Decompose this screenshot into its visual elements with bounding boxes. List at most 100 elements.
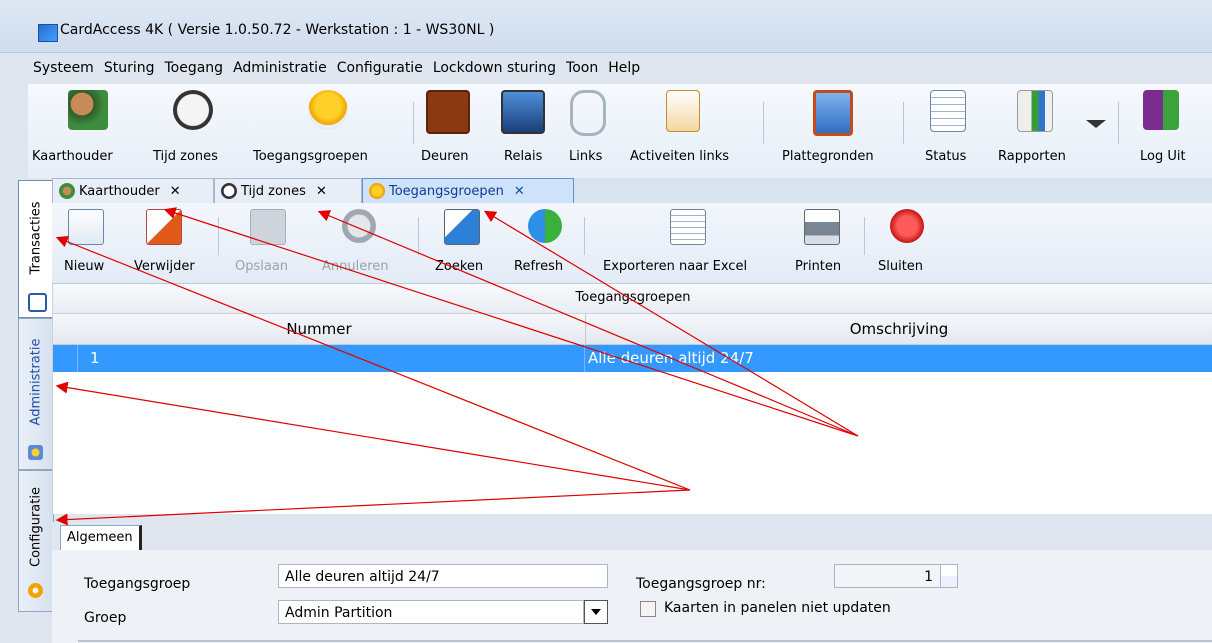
status-button[interactable]: Status — [918, 84, 978, 172]
tab-configuratie-label: Configuratie — [28, 487, 44, 567]
toegangsgroep-nr-value: 1 — [924, 569, 933, 585]
main-toolbar: Kaarthouder Tijd zones Toegangsgroepen D… — [28, 84, 1212, 178]
close-icon[interactable]: ✕ — [316, 184, 327, 199]
activeiten-links-button[interactable]: Activeiten links — [628, 84, 738, 172]
toolbar-separator — [418, 217, 419, 255]
toegangsgroepen-button[interactable]: Toegangsgroepen — [253, 84, 403, 172]
door-icon — [426, 90, 470, 134]
delete-icon[interactable] — [146, 209, 182, 245]
close-icon[interactable] — [890, 209, 924, 243]
row-selector[interactable] — [53, 345, 78, 372]
toolbar-separator — [763, 102, 764, 144]
activeiten-links-label: Activeiten links — [630, 149, 730, 164]
cancel-icon — [342, 209, 376, 243]
doc-tab-kaarthouder-label: Kaarthouder — [79, 183, 160, 199]
excel-icon[interactable] — [670, 209, 706, 245]
toolbar-separator — [903, 102, 904, 144]
save-icon — [250, 209, 286, 245]
doc-tab-tijd-zones[interactable]: Tijd zones ✕ — [214, 178, 362, 203]
toegangsgroep-label: Toegangsgroep — [84, 576, 191, 592]
groep-select[interactable]: Admin Partition — [278, 600, 584, 624]
toolbar-separator — [1118, 102, 1119, 144]
kaarthouder-button[interactable]: Kaarthouder — [32, 84, 138, 172]
toegangsgroep-nr-label: Toegangsgroep nr: — [636, 576, 766, 592]
annuleren-button: Annuleren — [322, 259, 389, 274]
plattegronden-button[interactable]: Plattegronden — [778, 84, 888, 172]
kaarten-niet-updaten-label: Kaarten in panelen niet updaten — [664, 600, 891, 616]
title-bar: CardAccess 4K ( Versie 1.0.50.72 - Werks… — [0, 0, 1212, 53]
printer-icon[interactable] — [804, 209, 840, 245]
toegangsgroepen-label: Toegangsgroepen — [253, 149, 368, 164]
menu-toegang[interactable]: Toegang — [159, 56, 228, 82]
deuren-button[interactable]: Deuren — [421, 84, 473, 172]
relais-button[interactable]: Relais — [498, 84, 548, 172]
tab-configuratie[interactable]: Configuratie — [18, 470, 54, 612]
menu-administratie[interactable]: Administratie — [228, 56, 332, 82]
links-button[interactable]: Links — [563, 84, 613, 172]
relais-label: Relais — [504, 149, 543, 164]
doc-tab-toegangsgroepen-label: Toegangsgroepen — [389, 183, 504, 199]
window-title: CardAccess 4K ( Versie 1.0.50.72 - Werks… — [60, 22, 495, 38]
group-icon — [28, 445, 43, 460]
tab-transacties[interactable]: Transacties — [18, 180, 54, 318]
cell-omschrijving: Alle deuren altijd 24/7 — [588, 349, 754, 367]
tab-administratie-label: Administratie — [28, 338, 44, 426]
tab-transacties-label: Transacties — [28, 201, 44, 275]
menu-help[interactable]: Help — [603, 56, 645, 82]
column-header-omschrijving[interactable]: Omschrijving — [586, 314, 1212, 344]
group-icon — [308, 90, 348, 130]
refresh-button[interactable]: Refresh — [514, 259, 563, 274]
menu-sturing[interactable]: Sturing — [99, 56, 160, 82]
dropdown-button[interactable] — [584, 600, 608, 624]
column-header-nummer[interactable]: Nummer — [53, 314, 586, 344]
table-row[interactable]: 1 Alle deuren altijd 24/7 — [53, 345, 1212, 372]
rapporten-label: Rapporten — [998, 149, 1066, 164]
deuren-label: Deuren — [421, 149, 469, 164]
search-icon[interactable] — [444, 209, 480, 245]
tijd-zones-button[interactable]: Tijd zones — [148, 84, 238, 172]
groep-label: Groep — [84, 610, 127, 626]
refresh-icon[interactable] — [528, 209, 562, 243]
cell-nummer: 1 — [78, 345, 585, 372]
exporteren-naar-excel-button[interactable]: Exporteren naar Excel — [603, 259, 747, 274]
menu-systeem[interactable]: Systeem — [28, 56, 99, 82]
log-uit-button[interactable]: Log Uit — [1126, 84, 1196, 172]
grid-header: Nummer Omschrijving — [53, 314, 1212, 345]
tab-administratie[interactable]: Administratie — [18, 318, 54, 470]
menu-toon[interactable]: Toon — [561, 56, 603, 82]
menu-configuratie[interactable]: Configuratie — [332, 56, 428, 82]
logout-icon — [1143, 90, 1179, 130]
close-icon[interactable]: ✕ — [514, 184, 525, 199]
zoeken-button[interactable]: Zoeken — [435, 259, 483, 274]
kaarthouder-label: Kaarthouder — [32, 149, 113, 164]
verwijder-button[interactable]: Verwijder — [134, 259, 195, 274]
chevron-down-icon[interactable] — [1086, 120, 1106, 128]
window-icon — [28, 293, 47, 312]
menu-lockdown-sturing[interactable]: Lockdown sturing — [428, 56, 561, 82]
clock-icon — [173, 90, 213, 130]
document-tabs: Kaarthouder ✕ Tijd zones ✕ Toegangsgroep… — [52, 178, 1212, 204]
kaarten-niet-updaten-checkbox[interactable] — [640, 601, 656, 617]
group-icon — [369, 183, 385, 199]
people-icon — [59, 183, 75, 199]
reports-icon — [1017, 90, 1053, 132]
clock-icon — [221, 183, 237, 199]
printen-button[interactable]: Printen — [795, 259, 841, 274]
sluiten-button[interactable]: Sluiten — [878, 259, 923, 274]
close-icon[interactable]: ✕ — [170, 184, 181, 199]
toegangsgroep-input[interactable]: Alle deuren altijd 24/7 — [278, 564, 608, 588]
menu-bar: Systeem Sturing Toegang Administratie Co… — [28, 56, 645, 82]
doc-tab-tijd-zones-label: Tijd zones — [241, 183, 306, 199]
new-document-icon[interactable] — [68, 209, 104, 245]
doc-tab-toegangsgroepen[interactable]: Toegangsgroepen ✕ — [362, 178, 574, 203]
app-icon — [38, 24, 58, 42]
rapporten-button[interactable]: Rapporten — [990, 84, 1080, 172]
nieuw-button[interactable]: Nieuw — [64, 259, 104, 274]
tijd-zones-label: Tijd zones — [153, 149, 218, 164]
spin-arrows-icon[interactable] — [940, 565, 957, 587]
tab-algemeen[interactable]: Algemeen — [60, 525, 142, 550]
doc-tab-kaarthouder[interactable]: Kaarthouder ✕ — [52, 178, 214, 203]
toolbar-separator — [584, 217, 585, 255]
gear-icon — [28, 583, 43, 598]
opslaan-button: Opslaan — [235, 259, 289, 274]
